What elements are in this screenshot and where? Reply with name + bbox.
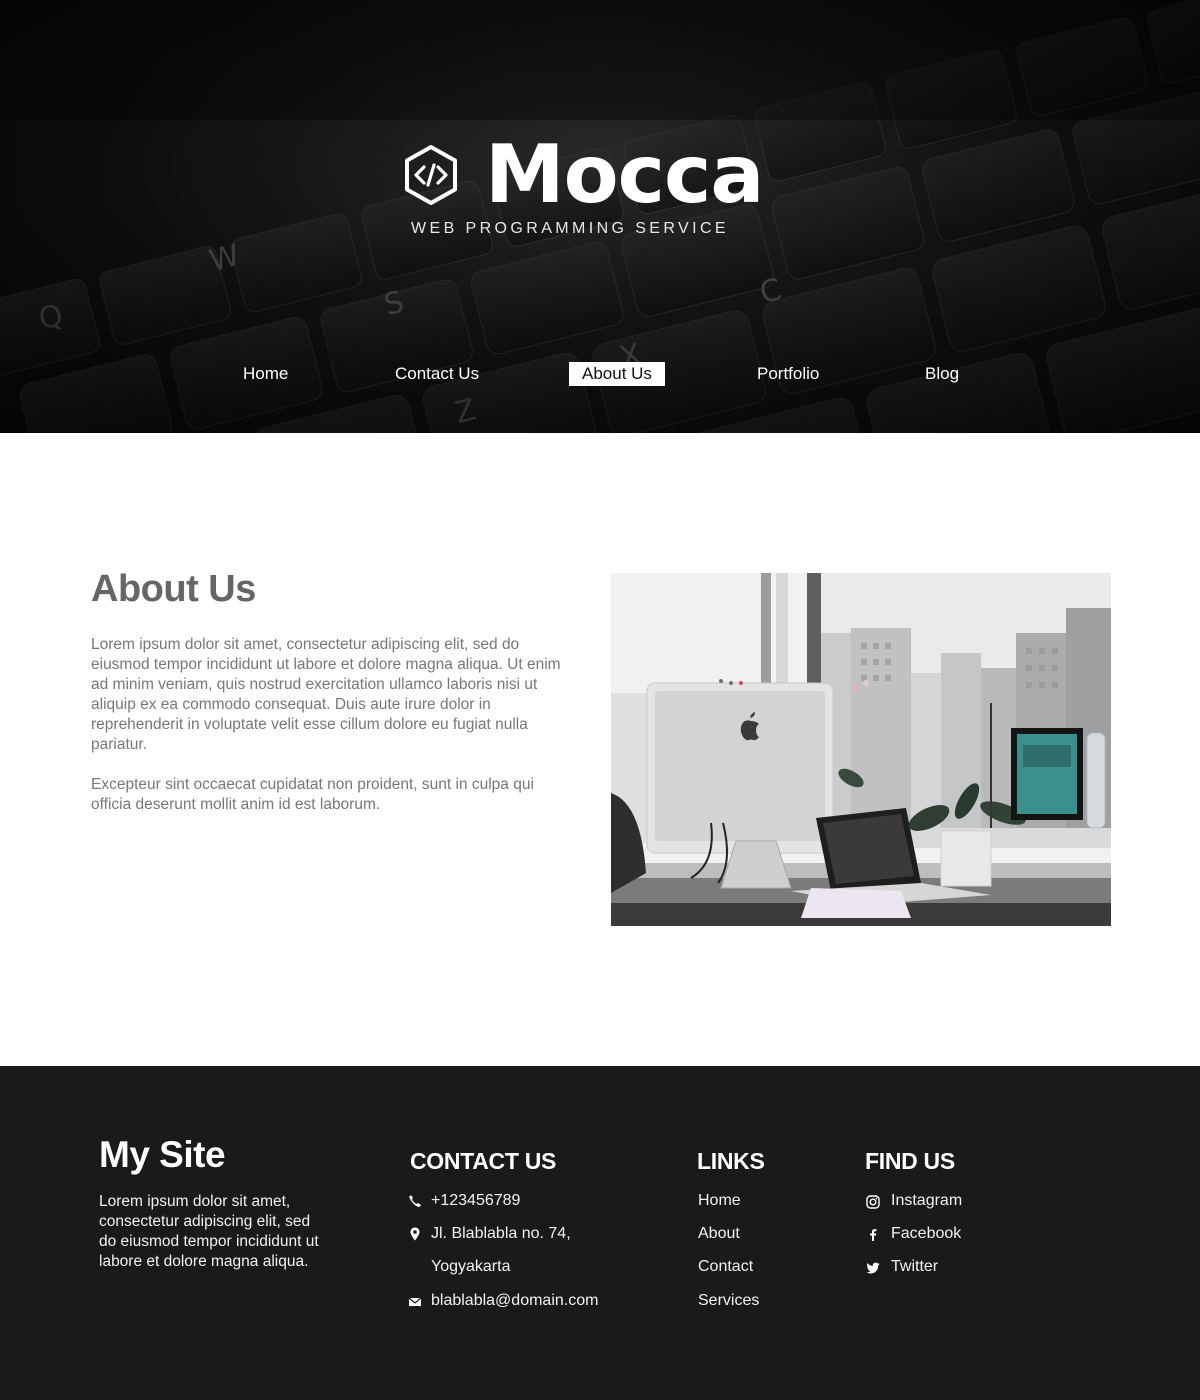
mail-icon xyxy=(408,1297,422,1306)
site-footer: My Site Lorem ipsum dolor sit amet, cons… xyxy=(0,1066,1200,1400)
about-paragraph-1: Lorem ipsum dolor sit amet, consectetur … xyxy=(91,636,561,753)
nav-blog[interactable]: Blog xyxy=(925,362,959,386)
facebook-icon xyxy=(870,1229,877,1241)
instagram-icon xyxy=(866,1195,880,1209)
contact-phone: +123456789 xyxy=(431,1192,521,1209)
social-facebook[interactable]: Facebook xyxy=(891,1225,961,1243)
footer-site-title: My Site xyxy=(99,1134,226,1175)
contact-address-line-2: Yogyakarta xyxy=(431,1258,511,1275)
logo[interactable]: Mocca xyxy=(403,128,764,221)
footer-link-about[interactable]: About xyxy=(698,1225,740,1243)
find-us-heading: FIND US xyxy=(865,1148,955,1174)
brand-name: Mocca xyxy=(485,128,764,221)
nav-home[interactable]: Home xyxy=(243,362,288,386)
about-title: About Us xyxy=(91,568,256,610)
about-text: Lorem ipsum dolor sit amet, consectetur … xyxy=(91,635,561,835)
office-desk-photo xyxy=(611,573,1111,926)
map-pin-icon xyxy=(410,1227,420,1241)
main-nav: Home Contact Us About Us Portfolio Blog xyxy=(0,362,1200,386)
links-heading: LINKS xyxy=(697,1148,765,1174)
contact-email[interactable]: blablabla@domain.com xyxy=(431,1292,598,1310)
about-paragraph-2: Excepteur sint occaecat cupidatat non pr… xyxy=(91,776,534,813)
nav-contact-us[interactable]: Contact Us xyxy=(395,362,479,386)
footer-link-services[interactable]: Services xyxy=(698,1292,759,1310)
social-instagram[interactable]: Instagram xyxy=(891,1192,962,1210)
footer-link-contact[interactable]: Contact xyxy=(698,1258,753,1276)
contact-heading: CONTACT US xyxy=(410,1148,557,1174)
code-hexagon-icon xyxy=(405,145,457,205)
contact-address-line-1: Jl. Blablabla no. 74, xyxy=(431,1225,571,1242)
footer-site-description: Lorem ipsum dolor sit amet, consectetur … xyxy=(99,1193,319,1270)
phone-icon xyxy=(409,1195,421,1207)
social-twitter[interactable]: Twitter xyxy=(891,1258,938,1276)
nav-about-us[interactable]: About Us xyxy=(569,362,665,386)
footer-link-home[interactable]: Home xyxy=(698,1192,741,1210)
twitter-icon xyxy=(866,1262,880,1274)
tagline: WEB PROGRAMMING SERVICE xyxy=(411,220,729,237)
nav-portfolio[interactable]: Portfolio xyxy=(757,362,819,386)
hero-banner: Q S Z X C W Mocca WEB PROGRAMMING SERVIC… xyxy=(0,0,1200,433)
